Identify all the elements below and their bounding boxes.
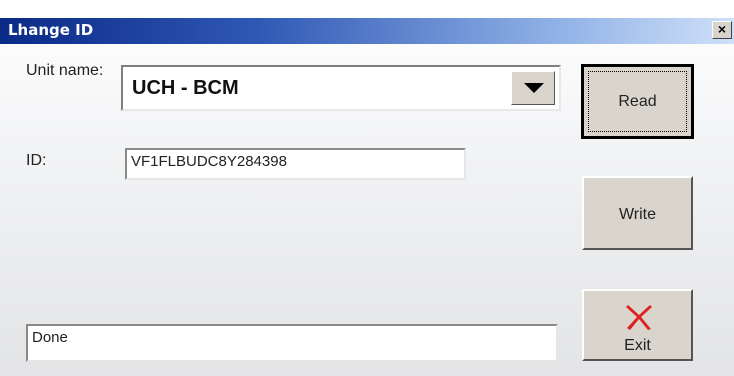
title-bar: Lhange ID ×	[0, 18, 734, 44]
read-button[interactable]: Read	[581, 64, 694, 139]
close-button[interactable]: ×	[712, 21, 732, 39]
window-title: Lhange ID	[8, 21, 94, 39]
read-button-label: Read	[618, 93, 657, 110]
red-x-icon	[626, 305, 652, 330]
status-field: Done	[26, 324, 558, 362]
write-button[interactable]: Write	[582, 176, 693, 250]
exit-button-label: Exit	[624, 337, 651, 354]
unit-name-value: UCH - BCM	[132, 77, 239, 99]
exit-button[interactable]: Exit	[582, 289, 693, 361]
close-icon: ×	[717, 21, 727, 37]
unit-name-select[interactable]: UCH - BCM	[121, 65, 561, 111]
unit-name-label: Unit name:	[26, 62, 104, 79]
id-label: ID:	[26, 152, 47, 169]
id-field[interactable]: VF1FLBUDC8Y284398	[125, 148, 466, 180]
change-id-dialog: Lhange ID × Unit name: UCH - BCM ID: VF1…	[0, 0, 734, 376]
id-value: VF1FLBUDC8Y284398	[131, 153, 287, 170]
write-button-label: Write	[618, 206, 657, 223]
chevron-down-icon[interactable]	[511, 71, 555, 105]
status-text: Done	[32, 329, 68, 346]
